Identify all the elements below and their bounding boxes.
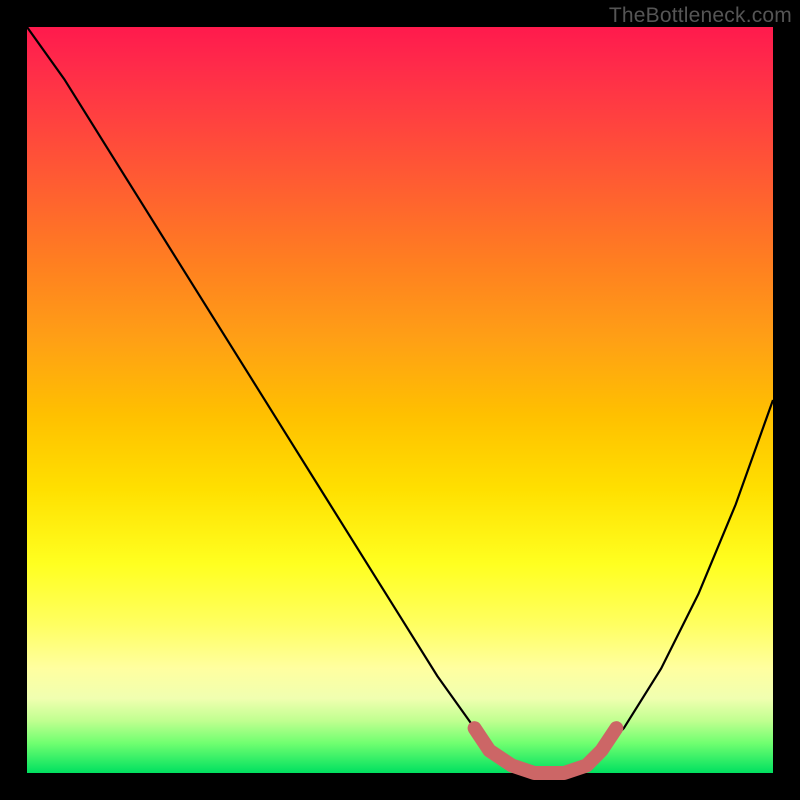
chart-frame: TheBottleneck.com [0,0,800,800]
chart-overlay [27,27,773,773]
watermark-text: TheBottleneck.com [609,4,792,28]
optimal-zone-marker [475,728,617,773]
bottleneck-curve [27,27,773,773]
